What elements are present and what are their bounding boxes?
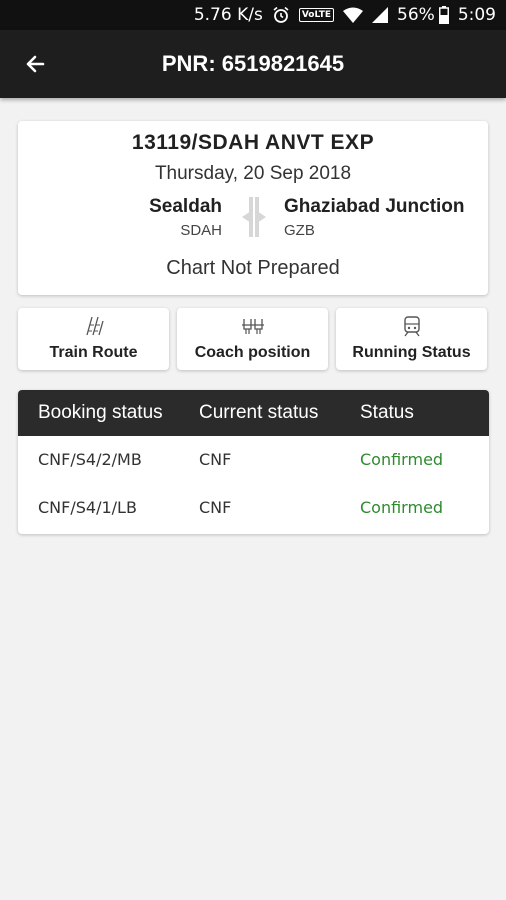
coach-position-button[interactable]: Coach position <box>177 308 328 370</box>
page-title: PNR: 6519821645 <box>161 51 345 76</box>
battery-level: 56% <box>397 5 435 25</box>
back-button[interactable] <box>0 30 70 98</box>
status-bar: 5.76 K/s VoLTE 56% 5:09 <box>0 0 506 30</box>
route-divider-icon <box>242 197 266 237</box>
booking-status-table: Booking status Current status Status CNF… <box>18 390 489 534</box>
booking-status-cell: CNF/S4/1/LB <box>38 498 137 517</box>
app-bar: PNR: 6519821645 <box>0 30 506 98</box>
wifi-icon <box>343 7 364 23</box>
arrow-left-icon <box>26 55 45 73</box>
running-status-button[interactable]: Running Status <box>336 308 487 370</box>
table-header: Booking status Current status Status <box>18 390 489 436</box>
table-row: CNF/S4/2/MB CNF Confirmed <box>18 436 489 484</box>
battery-icon <box>438 6 449 24</box>
train-route-icon <box>85 316 104 336</box>
current-status-cell: CNF <box>199 498 232 517</box>
signal-icon <box>372 7 389 23</box>
clock: 5:09 <box>457 5 496 25</box>
network-speed: 5.76 K/s <box>193 5 263 25</box>
header-status: Status <box>360 402 414 423</box>
booking-status-cell: CNF/S4/2/MB <box>38 450 142 469</box>
train-route-label: Train Route <box>49 344 138 361</box>
running-status-icon <box>403 316 420 337</box>
coach-position-icon <box>241 319 264 334</box>
alarm-icon <box>272 6 290 24</box>
header-booking-status: Booking status <box>38 402 163 423</box>
from-station-name: Sealdah <box>149 196 222 217</box>
current-status-cell: CNF <box>199 450 232 469</box>
volte-badge: VoLTE <box>298 8 335 22</box>
train-info-card: 13119/SDAH ANVT EXP Thursday, 20 Sep 201… <box>18 121 488 295</box>
status-cell: Confirmed <box>360 498 444 517</box>
coach-position-label: Coach position <box>194 344 311 361</box>
from-station-code: SDAH <box>180 222 222 239</box>
running-status-label: Running Status <box>352 344 471 361</box>
table-row: CNF/S4/1/LB CNF Confirmed <box>18 484 489 532</box>
train-name: 13119/SDAH ANVT EXP <box>131 131 375 154</box>
to-station-code: GZB <box>284 222 315 239</box>
journey-date: Thursday, 20 Sep 2018 <box>154 163 352 184</box>
to-station-name: Ghaziabad Junction <box>284 196 465 217</box>
train-route-button[interactable]: Train Route <box>18 308 169 370</box>
status-cell: Confirmed <box>360 450 444 469</box>
chart-status: Chart Not Prepared <box>166 257 340 279</box>
header-current-status: Current status <box>199 402 319 423</box>
